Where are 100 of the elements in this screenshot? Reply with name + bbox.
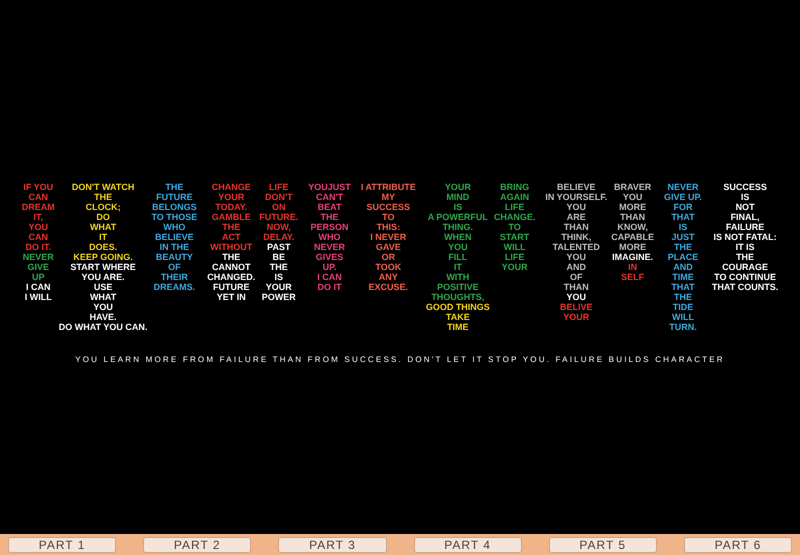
poster-word: TALENTED [552, 242, 600, 252]
part-tab[interactable]: PART 2 [143, 537, 252, 553]
poster-word: MORE [619, 202, 646, 212]
poster-word: DON'T WATCH [72, 182, 134, 192]
poster-word: MORE [619, 242, 646, 252]
poster-word: EXCUSE. [368, 282, 408, 292]
poster-word: IS [678, 222, 688, 232]
poster-word: DELAY. [263, 232, 294, 242]
poster-word: IN [628, 262, 638, 272]
poster-word: IT [454, 262, 462, 272]
poster-word: THE [222, 252, 240, 262]
poster-word: USE [94, 282, 112, 292]
poster-word: POWER [262, 292, 296, 302]
poster-word: WITHOUT [210, 242, 252, 252]
poster-word: OF [168, 262, 181, 272]
poster-word: YOUR [502, 262, 528, 272]
poster-word: IS [740, 192, 750, 202]
poster-word: WILL [504, 242, 526, 252]
poster-word: THAN [564, 282, 589, 292]
poster-word: ARE [566, 212, 586, 222]
poster-word: BRAVER [614, 182, 652, 192]
poster-word: AND [673, 262, 693, 272]
poster-word: SUCCESS [366, 202, 410, 212]
poster-word: COURAGE [722, 262, 768, 272]
poster-word: GOOD THINGS [426, 302, 490, 312]
poster-word: IMAGINE. [612, 252, 654, 262]
poster-word: WHO [318, 232, 341, 242]
poster-word: NOT [736, 202, 755, 212]
poster-word: WHO [163, 222, 186, 232]
poster-word: THE [674, 242, 692, 252]
poster-word: TURN. [669, 322, 697, 332]
part-tab[interactable]: PART 3 [278, 537, 387, 553]
poster-word: THE [320, 212, 339, 222]
poster-word: GAVE [376, 242, 401, 252]
poster-word: FOR [673, 202, 692, 212]
poster-word: CHANGE. [494, 212, 536, 222]
poster-word: FINAL, [730, 212, 760, 222]
poster-word: DOES. [89, 242, 118, 252]
poster-word: IS NOT FATAL: [713, 232, 777, 242]
poster-word: CAN'T [316, 192, 344, 202]
poster-word: TIME [672, 272, 694, 282]
poster-word: CANNOT [212, 262, 251, 272]
poster-word: WHAT [90, 292, 116, 302]
poster-word: ANY [378, 272, 398, 282]
poster-word: BEAUTY [156, 252, 193, 262]
poster-word: YOUR [218, 192, 244, 202]
poster-word: BRING [500, 182, 530, 192]
poster-word: SELF [621, 272, 644, 282]
part-tab[interactable]: PART 6 [684, 537, 792, 553]
poster-word: LIFE [504, 202, 524, 212]
poster-word: THAN [620, 212, 646, 222]
poster-word: THAT [671, 212, 695, 222]
part-tab[interactable]: PART 4 [414, 537, 522, 553]
poster-word: TO CONTINUE [714, 272, 776, 282]
poster-word: THE [674, 292, 692, 302]
poster-word: IS [274, 272, 284, 282]
poster-word: THAN [564, 222, 589, 232]
poster-word: THE [94, 192, 112, 202]
part-tab[interactable]: PART 1 [8, 537, 116, 553]
poster-word: BELIEVE [557, 182, 596, 192]
poster-word: KEEP GOING. [73, 252, 133, 262]
poster-word: FAILURE [726, 222, 764, 232]
poster-word: YOU [566, 252, 586, 262]
poster-word: THE [270, 262, 288, 272]
poster-word: TAKE [446, 312, 470, 322]
poster-word: IS [454, 202, 462, 212]
poster-word: FUTURE [213, 282, 250, 292]
tagline: YOU LEARN MORE FROM FAILURE THAN FROM SUCCESS. DON'T LET IT STOP YOU. FAILURE BUILDS CHARACTER [75, 354, 725, 366]
poster-word: YOUR [266, 282, 292, 292]
poster-word: IN THE [160, 242, 190, 252]
poster-word: CAPABLE [611, 232, 654, 242]
poster-word: START WHERE [70, 262, 136, 272]
poster-word: WILL [672, 312, 694, 322]
poster-word: MIND [446, 192, 470, 202]
poster-word: LIFE [269, 182, 289, 192]
poster-word: THAT [671, 282, 695, 292]
poster-word: UP. [322, 262, 336, 272]
poster-word: YOUR [563, 312, 590, 322]
poster-word: DO IT [318, 282, 342, 292]
poster-word: BEAT [318, 202, 342, 212]
poster-word: YOU [566, 292, 586, 302]
poster-word: I CAN [317, 272, 342, 282]
poster-word: THE [736, 252, 754, 262]
poster-word: GIVE UP. [664, 192, 702, 202]
poster-word: IF YOU [23, 182, 54, 192]
poster-word: PLACE [668, 252, 698, 262]
poster-word: DON'T [264, 192, 293, 202]
poster-word: NEVER [667, 182, 698, 192]
poster-word: NOW, [266, 222, 291, 232]
part-tab[interactable]: PART 5 [548, 537, 657, 553]
poster-word: KNOW, [617, 222, 648, 232]
poster-word: LIFE [504, 252, 524, 262]
poster-word: FILL [448, 252, 468, 262]
poster-word: BELIEVE [155, 232, 194, 242]
poster-word: AND [566, 262, 586, 272]
poster-word: OF [570, 272, 583, 282]
poster-word: GIVE [28, 262, 50, 272]
poster-word: I WILL [24, 292, 52, 302]
poster-word: THE [222, 222, 240, 232]
poster-word: DO IT. [26, 242, 52, 252]
